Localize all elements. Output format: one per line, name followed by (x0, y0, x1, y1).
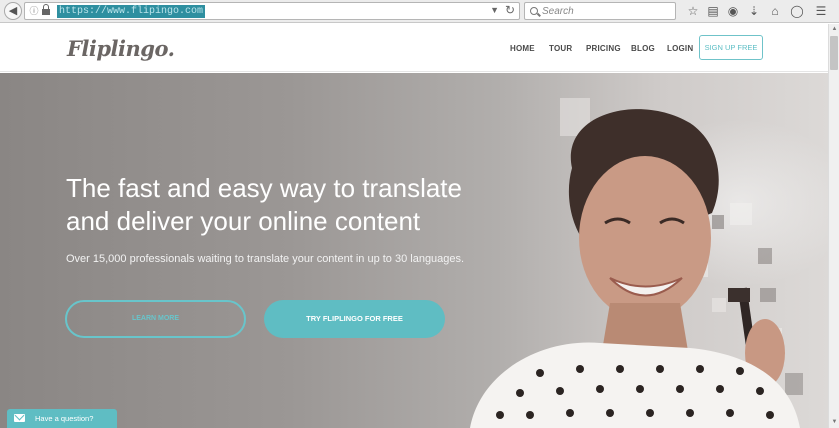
search-input[interactable] (542, 4, 670, 18)
scroll-thumb[interactable] (830, 36, 838, 70)
hero-subtitle: Over 15,000 professionals waiting to tra… (66, 253, 465, 265)
menu-icon[interactable]: ☰ (813, 3, 829, 19)
search-bar[interactable] (524, 2, 676, 20)
scroll-down-icon[interactable]: ▼ (830, 417, 839, 428)
info-icon[interactable]: ⓘ (28, 5, 40, 17)
hero-title-line-2: and deliver your online content (66, 206, 421, 236)
learn-more-button[interactable]: LEARN MORE (65, 300, 246, 338)
dropdown-icon[interactable]: ▼ (490, 5, 499, 15)
chat-widget-label: Have a question? (35, 414, 94, 423)
chat-widget-button[interactable]: Have a question? (7, 409, 117, 428)
nav-blog[interactable]: BLOG (631, 44, 655, 53)
home-icon[interactable]: ⌂ (767, 3, 783, 19)
lock-icon[interactable] (42, 4, 50, 16)
page-scrollbar[interactable]: ▲ ▼ (828, 24, 839, 428)
reload-icon[interactable]: ↻ (505, 3, 515, 17)
search-icon (530, 7, 538, 15)
site-header: Fliplingo. HOME TOUR PRICING BLOG LOGIN … (0, 24, 828, 72)
hero-photo (470, 98, 803, 428)
scroll-up-icon[interactable]: ▲ (830, 24, 839, 35)
nav-login[interactable]: LOGIN (667, 44, 693, 53)
hero-title-line-1: The fast and easy way to translate (66, 173, 462, 203)
nav-home[interactable]: HOME (510, 44, 535, 53)
back-button[interactable]: ◀ (4, 2, 22, 20)
signup-button[interactable]: SIGN UP FREE (699, 35, 763, 60)
reading-list-icon[interactable]: ▤ (705, 3, 721, 19)
star-icon[interactable]: ☆ (685, 3, 701, 19)
url-bar[interactable]: ⓘ https://www.flipingo.com ▼ ↻ (24, 2, 520, 20)
download-icon[interactable]: ⇣ (746, 3, 762, 19)
nav-pricing[interactable]: PRICING (586, 44, 621, 53)
logo[interactable]: Fliplingo. (67, 36, 175, 61)
browser-toolbar: ◀ ⓘ https://www.flipingo.com ▼ ↻ ☆ ▤ ◉ ⇣… (0, 0, 839, 23)
pocket-icon[interactable]: ◉ (725, 3, 741, 19)
hero-title: The fast and easy way to translate and d… (66, 172, 536, 238)
url-text[interactable]: https://www.flipingo.com (57, 5, 206, 18)
mail-icon (14, 414, 25, 422)
nav-tour[interactable]: TOUR (549, 44, 572, 53)
shield-icon[interactable]: ◯ (789, 3, 805, 19)
try-free-button[interactable]: TRY FLIPLINGO FOR FREE (264, 300, 445, 338)
hero-section: The fast and easy way to translate and d… (0, 73, 828, 428)
